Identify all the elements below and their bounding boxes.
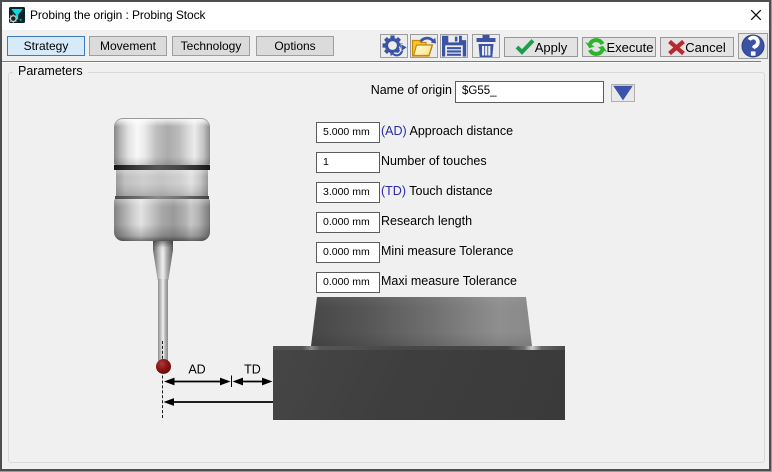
svg-text:AD: AD xyxy=(188,363,205,377)
svg-text:TD: TD xyxy=(244,363,261,377)
